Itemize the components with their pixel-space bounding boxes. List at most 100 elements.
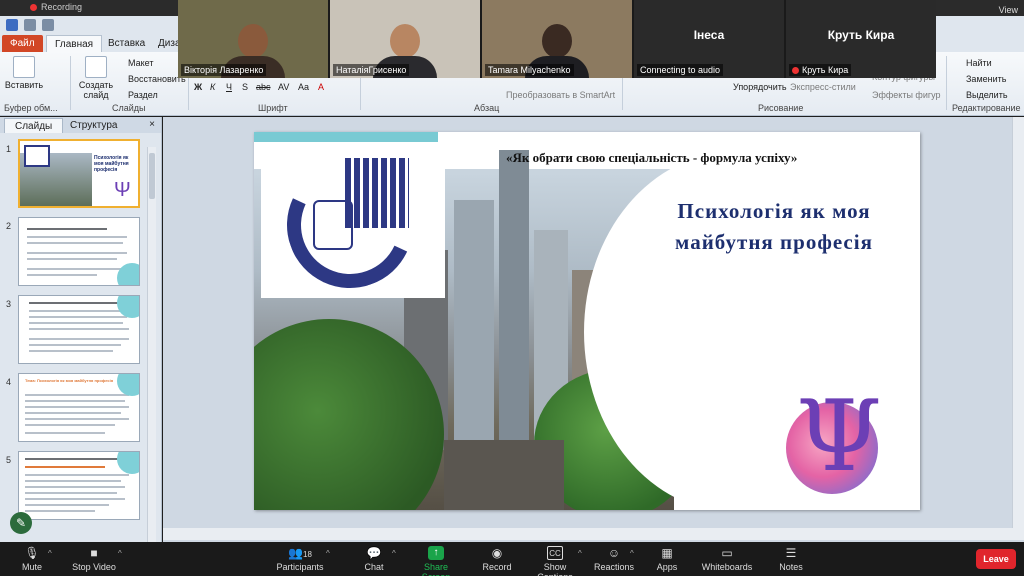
tab-outline[interactable]: Структура	[60, 118, 127, 133]
participant-tile[interactable]: Вікторія Лазаренко	[178, 0, 328, 78]
replace-button[interactable]: Заменить	[966, 74, 1006, 84]
share-screen-button[interactable]: ↑ Share Screen	[410, 546, 462, 576]
participant-display-name: Круть Кира	[827, 28, 895, 42]
slide-number: 2	[6, 221, 12, 231]
participant-name: Круть Кира	[789, 64, 852, 76]
arrange-button[interactable]: Упорядочить	[733, 82, 787, 92]
reactions-button[interactable]: ☺ Reactions	[594, 546, 634, 572]
save-icon[interactable]	[6, 19, 18, 31]
psychology-service-logo: Ψ	[774, 382, 914, 506]
captions-icon: CC	[547, 546, 563, 560]
participant-tile[interactable]: НаталіяГрисенко	[330, 0, 480, 78]
new-slide-button[interactable]: Создать слайд	[74, 56, 118, 100]
street	[444, 440, 564, 510]
horizontal-scrollbar[interactable]	[163, 528, 1024, 540]
vertical-scrollbar[interactable]	[1012, 117, 1024, 528]
video-camera-icon: ■	[90, 546, 98, 560]
strikethrough-button[interactable]: abc	[256, 82, 271, 92]
participants-button[interactable]: 👥18 Participants	[276, 546, 324, 572]
font-group-label: Шрифт	[258, 103, 288, 113]
tab-file[interactable]: Файл	[2, 35, 43, 52]
notes-button[interactable]: ☰ Notes	[776, 546, 806, 572]
tab-slides[interactable]: Слайды	[4, 118, 64, 133]
logo-building	[345, 158, 409, 228]
notes-icon: ☰	[785, 546, 797, 560]
layout-button[interactable]: Макет	[128, 58, 153, 68]
recording-indicator: Recording	[30, 2, 82, 12]
spacing-button[interactable]: AV	[278, 82, 289, 92]
participant-tile[interactable]: Tamara Milyachenko	[482, 0, 632, 78]
participant-tile[interactable]: Інеса	[634, 0, 784, 78]
thumb-logo	[24, 145, 50, 167]
participant-tile[interactable]: Круть Кира Круть Кира	[786, 0, 936, 78]
show-captions-button[interactable]: CC Show Captions	[526, 546, 584, 576]
bold-button[interactable]: Ж	[194, 82, 202, 92]
building	[499, 150, 529, 450]
microphone-icon: 🎙	[24, 546, 40, 560]
whiteboards-button[interactable]: ▭ Whiteboards	[700, 546, 754, 572]
slide-number: 4	[6, 377, 12, 387]
annotate-pen-icon[interactable]: ✎	[10, 512, 32, 534]
divider	[70, 56, 71, 110]
slide-thumbnail-1[interactable]: Психологія як моя майбутня професія Ψ	[18, 139, 140, 208]
slide-number: 3	[6, 299, 12, 309]
leave-button[interactable]: Leave	[976, 549, 1016, 569]
new-slide-icon	[85, 56, 107, 78]
slide-thumbnail-4[interactable]: Тема: Психологія як моя майбутня професі…	[18, 373, 140, 442]
whiteboard-icon: ▭	[721, 546, 733, 560]
chat-icon: 💬	[366, 546, 382, 560]
tab-insert[interactable]: Вставка	[100, 35, 153, 52]
record-icon: ◉	[491, 546, 503, 560]
chevron-up-icon[interactable]: ^	[630, 549, 634, 558]
restore-button[interactable]: Восстановить	[128, 74, 186, 84]
redo-icon[interactable]	[42, 19, 54, 31]
panel-scrollbar[interactable]	[147, 147, 156, 542]
select-button[interactable]: Выделить	[966, 90, 1008, 100]
scrollbar-thumb[interactable]	[149, 153, 155, 199]
zoom-control-bar: 🎙 Mute ^ ■ Stop Video ^ 👥18 Participants…	[0, 542, 1024, 576]
shape-effects-button[interactable]: Эффекты фигур	[872, 90, 941, 100]
thumb-title: Психологія як моя майбутня професія	[94, 155, 129, 173]
apps-button[interactable]: ▦ Apps	[652, 546, 682, 572]
close-icon[interactable]: ×	[149, 119, 155, 130]
mute-button[interactable]: 🎙 Mute	[16, 546, 48, 572]
thumb-heading: Тема: Психологія як моя майбутня професі…	[25, 378, 114, 383]
italic-button[interactable]: К	[210, 82, 215, 92]
paste-button[interactable]: Вставить	[4, 56, 44, 90]
chevron-up-icon[interactable]: ^	[326, 549, 330, 558]
app-window: Recording View Файл Главная Вставка Диза…	[0, 0, 1024, 576]
chevron-up-icon[interactable]: ^	[578, 549, 582, 558]
participant-display-name: Інеса	[693, 28, 725, 42]
underline-button[interactable]: Ч	[226, 82, 232, 92]
slide-thumbnail-5[interactable]	[18, 451, 140, 520]
slide-thumbnail-2[interactable]	[18, 217, 140, 286]
paragraph-group-label: Абзац	[474, 103, 500, 113]
chevron-up-icon[interactable]: ^	[392, 549, 396, 558]
participants-count: 18	[303, 550, 312, 559]
slide-title: Психологія як моя майбутня професія	[644, 196, 904, 258]
shadow-button[interactable]: S	[242, 82, 248, 92]
chat-button[interactable]: 💬 Chat	[360, 546, 388, 572]
editing-group-label: Редактирование	[952, 103, 1021, 113]
quick-styles-button[interactable]: Экспресс-стили	[790, 82, 856, 92]
find-button[interactable]: Найти	[966, 58, 992, 68]
smartart-button[interactable]: Преобразовать в SmartArt	[506, 90, 615, 100]
chevron-up-icon[interactable]: ^	[118, 549, 122, 558]
thumb-psi-icon: Ψ	[114, 179, 131, 201]
undo-icon[interactable]	[24, 19, 36, 31]
stop-video-button[interactable]: ■ Stop Video	[70, 546, 118, 572]
font-color-button[interactable]: A	[318, 82, 324, 92]
divider	[946, 56, 947, 110]
chevron-up-icon[interactable]: ^	[48, 549, 52, 558]
slide-title-line: Психологія як моя	[677, 199, 871, 223]
case-button[interactable]: Aa	[298, 82, 309, 92]
slide-title-line: майбутня професія	[675, 230, 873, 254]
section-button[interactable]: Раздел	[128, 90, 158, 100]
tab-home[interactable]: Главная	[46, 35, 103, 52]
current-slide[interactable]: «Як обрати свою спеціальність - формула …	[254, 132, 920, 510]
slide-thumbnail-3[interactable]	[18, 295, 140, 364]
view-button[interactable]: View	[999, 5, 1018, 15]
record-button[interactable]: ◉ Record	[480, 546, 514, 572]
building	[454, 200, 494, 450]
clipboard-icon	[13, 56, 35, 78]
